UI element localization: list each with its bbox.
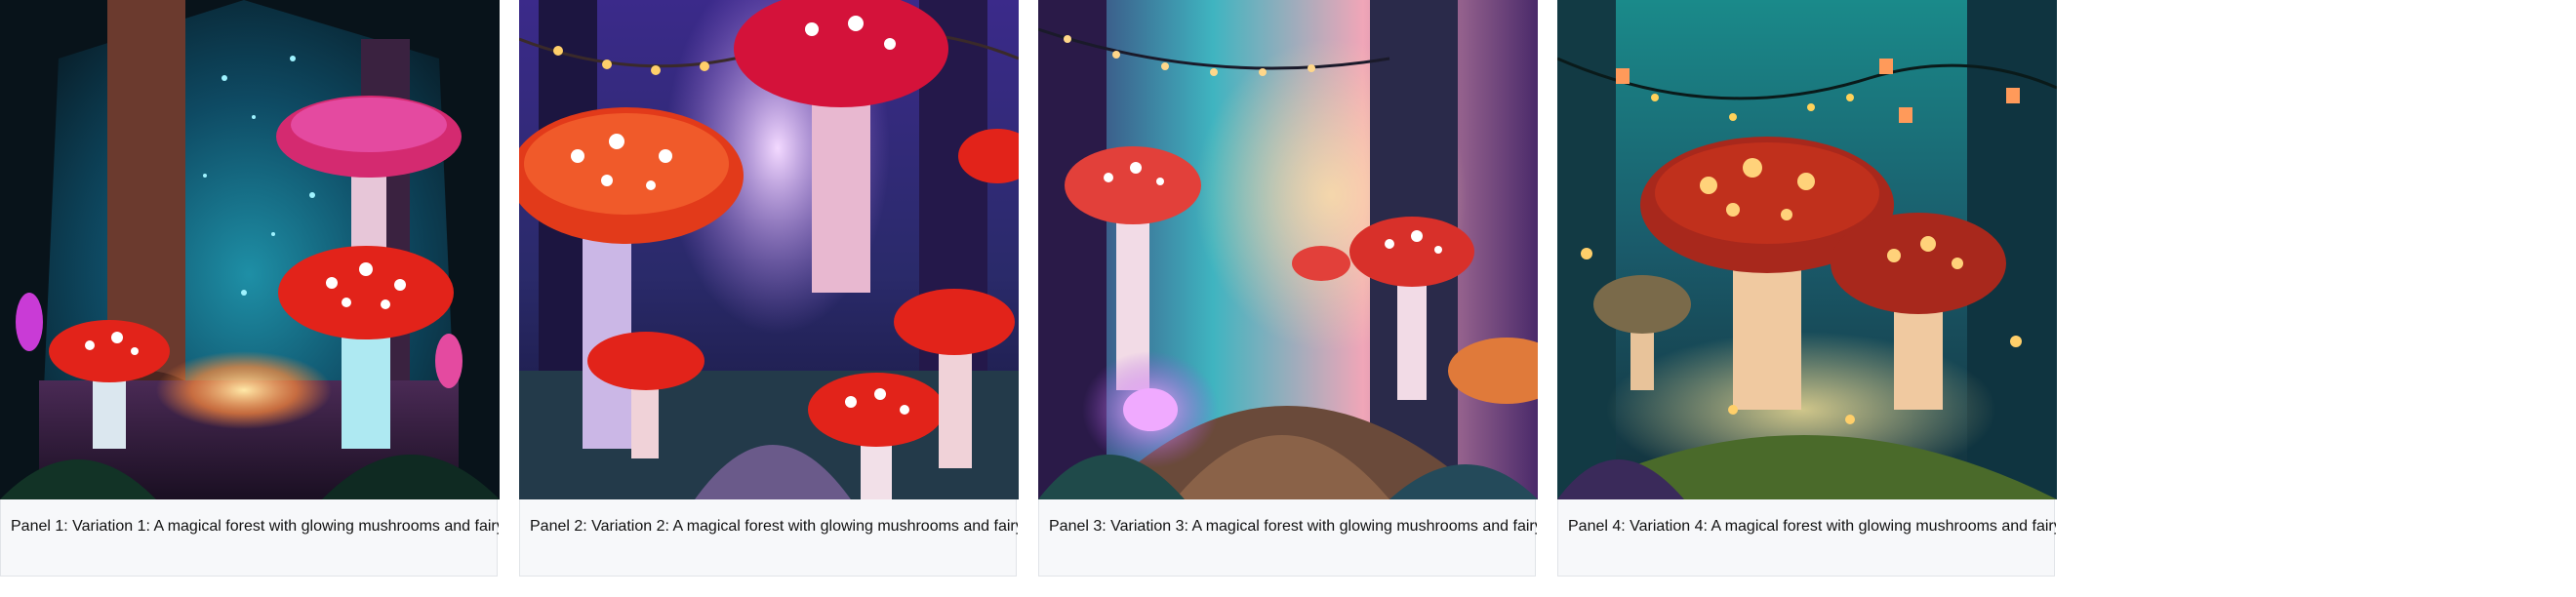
image-variation-strip: Panel 1: Variation 1: A magical forest w… bbox=[0, 0, 2576, 597]
panel-4-image[interactable] bbox=[1557, 0, 2057, 499]
panel-1-caption: Panel 1: Variation 1: A magical forest w… bbox=[11, 518, 499, 535]
panel-4-caption-box: Panel 4: Variation 4: A magical forest w… bbox=[1557, 499, 2056, 577]
panel-2-illustration bbox=[519, 0, 1019, 499]
panel-1-caption-box: Panel 1: Variation 1: A magical forest w… bbox=[0, 499, 499, 577]
panel-1-illustration bbox=[0, 0, 500, 499]
panel-3-illustration bbox=[1038, 0, 1538, 499]
panel-1-image[interactable] bbox=[0, 0, 500, 499]
panel-3-image[interactable] bbox=[1038, 0, 1538, 499]
panel-4-illustration bbox=[1557, 0, 2057, 499]
panel-2-caption-box: Panel 2: Variation 2: A magical forest w… bbox=[519, 499, 1018, 577]
panel-3-caption: Panel 3: Variation 3: A magical forest w… bbox=[1049, 518, 1537, 535]
panel-3-caption-box: Panel 3: Variation 3: A magical forest w… bbox=[1038, 499, 1537, 577]
panel-2-image[interactable] bbox=[519, 0, 1019, 499]
panel-4-caption: Panel 4: Variation 4: A magical forest w… bbox=[1568, 518, 2056, 535]
panel-2-caption: Panel 2: Variation 2: A magical forest w… bbox=[530, 518, 1018, 535]
